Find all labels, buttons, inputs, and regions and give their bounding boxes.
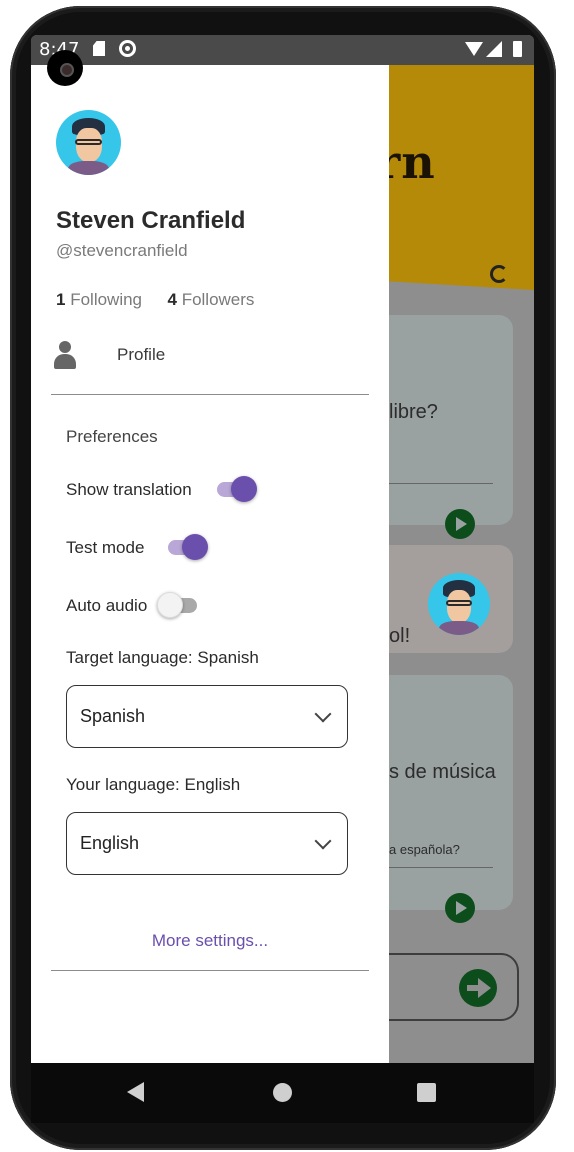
user-name: Steven Cranfield bbox=[56, 207, 246, 234]
back-icon[interactable] bbox=[127, 1082, 144, 1102]
avatar bbox=[428, 573, 490, 635]
signal-icon bbox=[486, 41, 502, 57]
target-language-value: Spanish bbox=[80, 706, 146, 726]
play-icon[interactable] bbox=[445, 509, 475, 539]
person-icon bbox=[54, 341, 76, 369]
sync-icon bbox=[119, 40, 136, 57]
card-text: ol! bbox=[389, 625, 411, 647]
profile-menu-item[interactable]: Profile bbox=[51, 333, 369, 377]
following-count: 1 bbox=[56, 290, 66, 309]
target-language-select[interactable]: Spanish bbox=[66, 685, 348, 748]
your-language-select[interactable]: English bbox=[66, 812, 348, 875]
card-text: libre? bbox=[389, 401, 438, 423]
test-mode-toggle[interactable] bbox=[166, 534, 208, 560]
system-nav-bar bbox=[31, 1063, 534, 1123]
your-language-label: Your language: English bbox=[66, 775, 241, 794]
followers-count: 4 bbox=[167, 290, 177, 309]
show-translation-toggle[interactable] bbox=[215, 476, 257, 502]
divider bbox=[51, 394, 369, 395]
card-text: s de música bbox=[389, 761, 496, 783]
home-icon[interactable] bbox=[273, 1083, 292, 1102]
recent-apps-icon[interactable] bbox=[417, 1083, 436, 1102]
more-settings-link[interactable]: More settings... bbox=[31, 931, 389, 951]
divider bbox=[51, 970, 369, 971]
auto-audio-label: Auto audio bbox=[66, 596, 148, 615]
avatar[interactable] bbox=[56, 110, 121, 175]
wifi-icon bbox=[465, 42, 483, 56]
target-language-label: Target language: Spanish bbox=[66, 648, 259, 667]
your-language-value: English bbox=[80, 833, 140, 853]
play-icon[interactable] bbox=[445, 893, 475, 923]
card-divider bbox=[389, 867, 493, 868]
follow-stats: 1 Following 4 Followers bbox=[56, 290, 254, 310]
card-divider bbox=[389, 483, 493, 484]
card-subtext: a española? bbox=[389, 842, 460, 857]
refresh-icon[interactable] bbox=[490, 265, 508, 283]
chevron-down-icon bbox=[314, 705, 332, 723]
status-bar: 8:47 bbox=[31, 35, 534, 65]
user-handle: @stevencranfield bbox=[56, 241, 188, 260]
test-mode-label: Test mode bbox=[66, 538, 145, 557]
camera-cutout bbox=[47, 50, 83, 86]
followers-link[interactable]: Followers bbox=[182, 290, 255, 309]
following-link[interactable]: Following bbox=[70, 290, 142, 309]
sd-card-icon bbox=[93, 41, 105, 56]
auto-audio-toggle[interactable] bbox=[157, 592, 199, 618]
battery-icon bbox=[513, 41, 522, 57]
profile-label: Profile bbox=[117, 345, 166, 364]
preferences-heading: Preferences bbox=[66, 427, 158, 446]
show-translation-label: Show translation bbox=[66, 480, 192, 499]
device-screen: 8:47 rn libre? ol! s de música a español… bbox=[31, 35, 534, 1063]
navigation-drawer: Steven Cranfield @stevencranfield 1 Foll… bbox=[31, 65, 389, 1063]
chevron-down-icon bbox=[314, 832, 332, 850]
arrow-right-icon[interactable] bbox=[459, 969, 497, 1007]
